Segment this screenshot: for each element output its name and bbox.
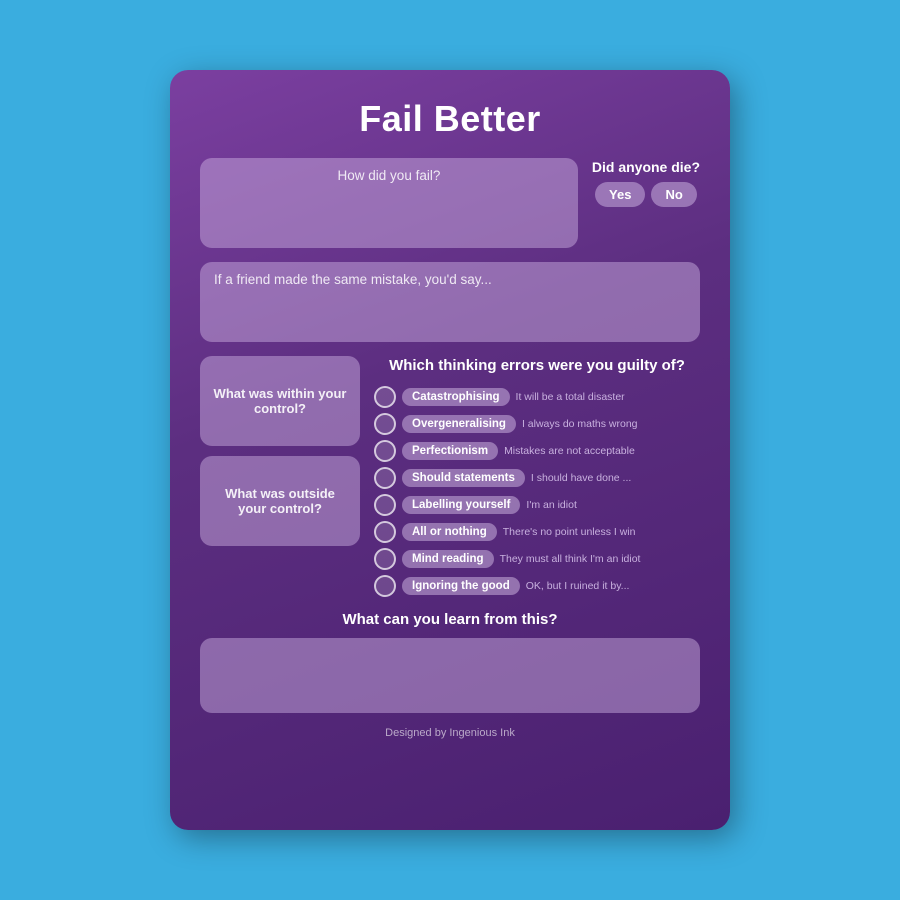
die-box: Did anyone die? Yes No <box>592 158 700 207</box>
error-desc-0: It will be a total disaster <box>516 391 625 403</box>
middle-row: What was within your control? What was o… <box>200 356 700 597</box>
thinking-section: Which thinking errors were you guilty of… <box>374 356 700 597</box>
error-list: Catastrophising It will be a total disast… <box>374 386 700 597</box>
page-title: Fail Better <box>200 98 700 140</box>
error-checkbox-3[interactable] <box>374 467 396 489</box>
error-checkbox-4[interactable] <box>374 494 396 516</box>
error-item: Ignoring the good OK, but I ruined it by.… <box>374 575 700 597</box>
error-checkbox-2[interactable] <box>374 440 396 462</box>
error-label-7: Ignoring the good <box>402 577 520 595</box>
error-desc-3: I should have done ... <box>531 472 631 484</box>
error-label-0: Catastrophising <box>402 388 510 406</box>
error-label-1: Overgeneralising <box>402 415 516 433</box>
error-desc-4: I'm an idiot <box>526 499 576 511</box>
error-item: Mind reading They must all think I'm an i… <box>374 548 700 570</box>
how-fail-box[interactable]: How did you fail? <box>200 158 578 248</box>
within-control-label: What was within your control? <box>210 386 350 416</box>
error-item: All or nothing There's no point unless I … <box>374 521 700 543</box>
error-label-5: All or nothing <box>402 523 497 541</box>
thinking-title: Which thinking errors were you guilty of… <box>374 356 700 376</box>
error-checkbox-0[interactable] <box>374 386 396 408</box>
error-checkbox-7[interactable] <box>374 575 396 597</box>
friend-box[interactable]: If a friend made the same mistake, you'd… <box>200 262 700 342</box>
error-label-6: Mind reading <box>402 550 494 568</box>
error-desc-6: They must all think I'm an idiot <box>500 553 641 565</box>
learn-title: What can you learn from this? <box>200 611 700 628</box>
how-fail-label: How did you fail? <box>338 168 441 183</box>
within-control-box[interactable]: What was within your control? <box>200 356 360 446</box>
error-checkbox-5[interactable] <box>374 521 396 543</box>
no-button[interactable]: No <box>651 182 696 207</box>
footer: Designed by Ingenious Ink <box>200 727 700 739</box>
yes-button[interactable]: Yes <box>595 182 645 207</box>
main-card: Fail Better How did you fail? Did anyone… <box>170 70 730 830</box>
learn-box[interactable] <box>200 638 700 713</box>
top-row: How did you fail? Did anyone die? Yes No <box>200 158 700 248</box>
friend-label: If a friend made the same mistake, you'd… <box>214 272 492 287</box>
error-item: Labelling yourself I'm an idiot <box>374 494 700 516</box>
error-item: Overgeneralising I always do maths wrong <box>374 413 700 435</box>
outside-control-label: What was outside your control? <box>210 486 350 516</box>
die-question: Did anyone die? <box>592 158 700 176</box>
error-desc-7: OK, but I ruined it by... <box>526 580 630 592</box>
outside-control-box[interactable]: What was outside your control? <box>200 456 360 546</box>
error-item: Perfectionism Mistakes are not acceptable <box>374 440 700 462</box>
error-checkbox-6[interactable] <box>374 548 396 570</box>
error-label-4: Labelling yourself <box>402 496 520 514</box>
error-label-2: Perfectionism <box>402 442 498 460</box>
error-desc-2: Mistakes are not acceptable <box>504 445 635 457</box>
error-desc-1: I always do maths wrong <box>522 418 638 430</box>
control-boxes: What was within your control? What was o… <box>200 356 360 597</box>
error-label-3: Should statements <box>402 469 525 487</box>
error-item: Should statements I should have done ... <box>374 467 700 489</box>
error-checkbox-1[interactable] <box>374 413 396 435</box>
error-desc-5: There's no point unless I win <box>503 526 636 538</box>
error-item: Catastrophising It will be a total disast… <box>374 386 700 408</box>
die-buttons: Yes No <box>595 182 697 207</box>
